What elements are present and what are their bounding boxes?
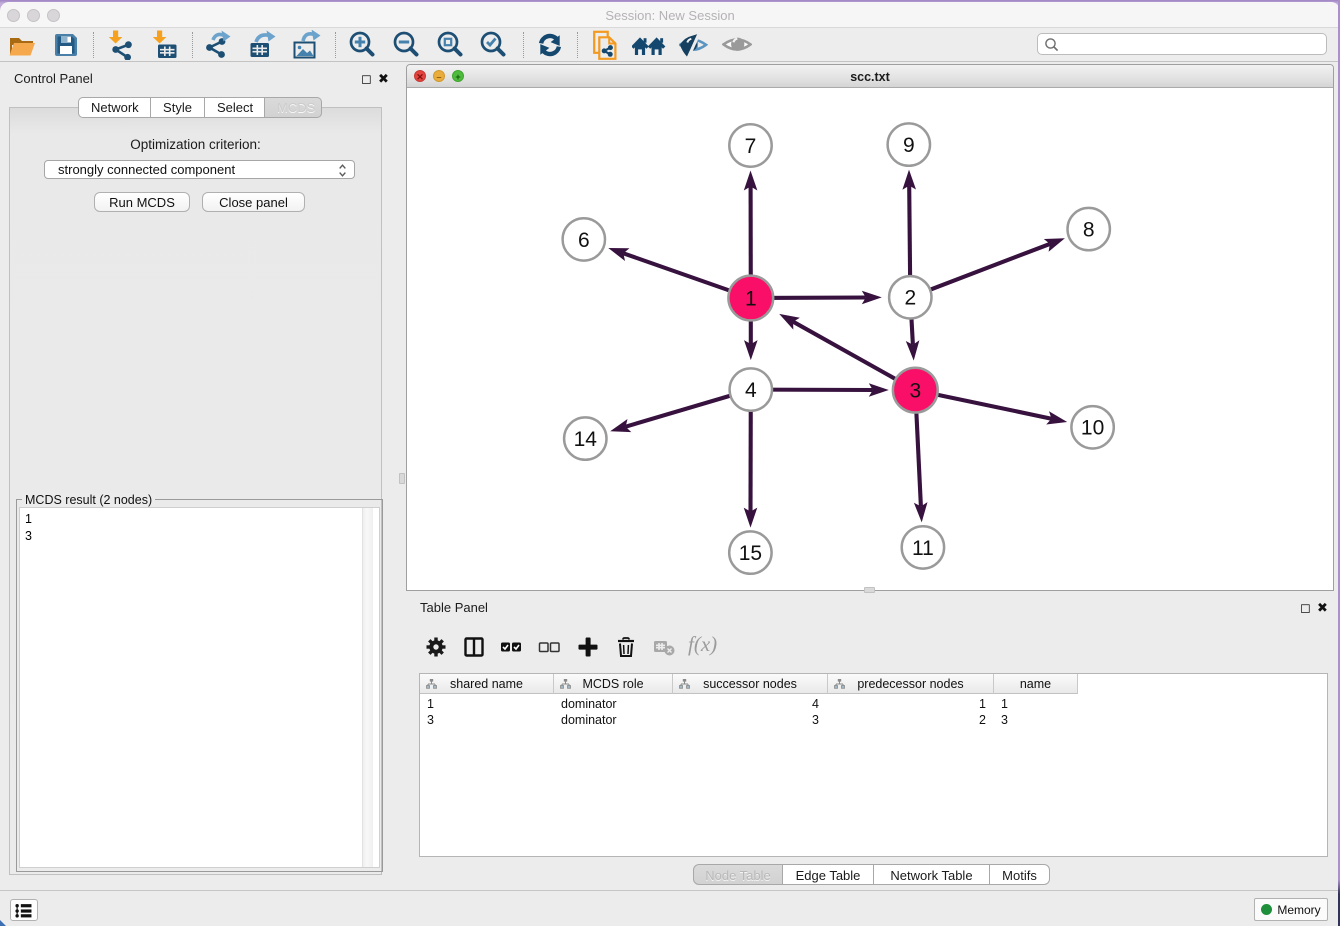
svg-text:15: 15 [739,542,762,565]
svg-text:1: 1 [745,287,757,310]
svg-text:14: 14 [574,428,598,451]
svg-text:7: 7 [745,135,757,158]
svg-text:9: 9 [903,134,915,157]
svg-text:2: 2 [904,287,916,310]
svg-text:11: 11 [912,537,934,560]
svg-text:6: 6 [578,229,590,252]
svg-text:4: 4 [745,379,757,402]
svg-text:8: 8 [1083,219,1095,242]
svg-text:3: 3 [909,380,921,403]
svg-text:10: 10 [1081,417,1104,440]
